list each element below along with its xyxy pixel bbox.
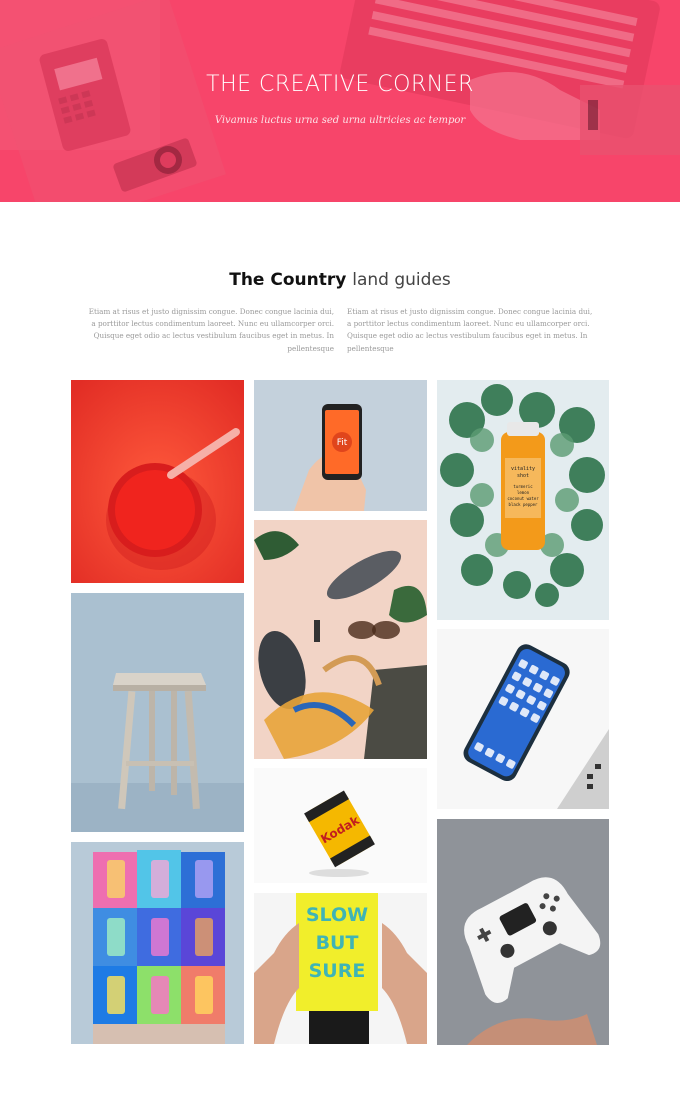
- poster-line-2: BUT: [316, 932, 359, 954]
- intro-text-left: Etiam at risus et justo dignissim congue…: [88, 307, 334, 353]
- hero-background-image: [0, 0, 680, 202]
- section-title-light: land guides: [352, 270, 451, 290]
- poster-line-1: SLOW: [306, 904, 368, 926]
- bottle-label-3: turmeric: [513, 484, 533, 489]
- hero-subtitle: Vivamus luctus urna sed urna ultricies a…: [214, 115, 466, 126]
- slow-but-sure-poster-photo[interactable]: SLOW BUT SURE: [254, 893, 427, 1044]
- intro-text-right: Etiam at risus et justo dignissim congue…: [347, 307, 593, 353]
- bottle-label-4: lemon: [517, 490, 530, 495]
- game-controller-photo[interactable]: [437, 819, 609, 1045]
- hero-banner: THE CREATIVE CORNER Vivamus luctus urna …: [0, 0, 680, 202]
- kodak-film-photo[interactable]: Kodak: [254, 768, 427, 883]
- bottle-label-1: vitality: [511, 466, 535, 472]
- poster-line-3: SURE: [309, 960, 366, 982]
- iphone-photo[interactable]: [437, 629, 609, 809]
- folded-paper-art-photo[interactable]: [71, 842, 244, 1044]
- juice-cup-photo[interactable]: [71, 380, 244, 583]
- hero-title: THE CREATIVE CORNER: [206, 72, 474, 97]
- bottle-label-2: shot: [517, 473, 529, 479]
- phone-screen-logo: Fit: [337, 438, 348, 448]
- section-title: The Country land guides: [0, 270, 680, 290]
- bottle-label-5: coconut water: [507, 496, 539, 501]
- flatlay-sneakers-photo[interactable]: [254, 520, 427, 759]
- phone-in-hand-photo[interactable]: Fit: [254, 380, 427, 511]
- section-title-bold: The Country: [229, 270, 347, 290]
- bottle-label-6: black pepper: [509, 502, 538, 507]
- plant-bottle-photo[interactable]: vitality shot turmeric lemon coconut wat…: [437, 380, 609, 620]
- stool-photo[interactable]: [71, 593, 244, 832]
